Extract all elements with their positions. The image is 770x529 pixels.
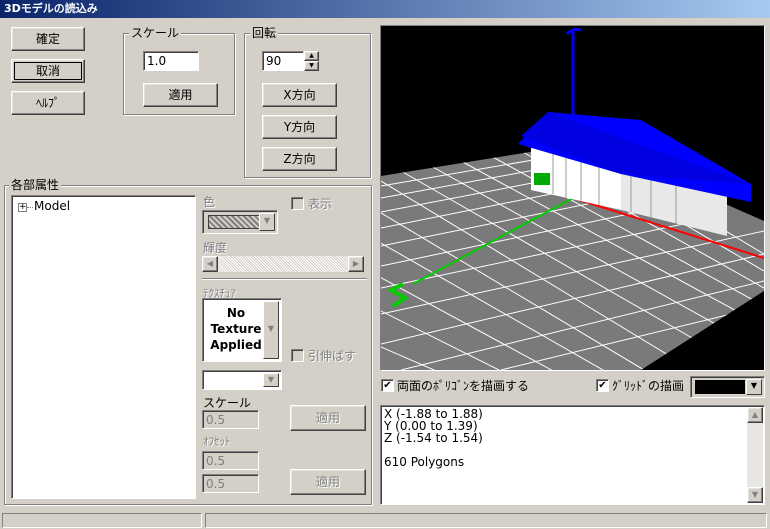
window-title: 3Dモデルの読込み bbox=[0, 0, 770, 18]
parts-group-label: 各部属性 bbox=[9, 178, 62, 192]
scroll-left-icon[interactable]: ◀ bbox=[202, 256, 218, 272]
offset-x-input[interactable]: 0.5 bbox=[202, 451, 259, 470]
tree-item-model[interactable]: Model bbox=[34, 199, 70, 213]
stretch-checkbox[interactable] bbox=[291, 349, 304, 362]
show-label: 表示 bbox=[308, 197, 333, 211]
3d-viewport[interactable] bbox=[380, 25, 765, 371]
tree-expand-icon[interactable]: + bbox=[18, 203, 27, 212]
brightness-label: 輝度 bbox=[203, 241, 228, 255]
brightness-slider[interactable]: ◀ ▶ bbox=[202, 256, 364, 272]
offset-y-input[interactable]: 0.5 bbox=[202, 474, 259, 493]
scale-group-label: スケール bbox=[129, 26, 182, 40]
grid-checkbox[interactable]: ✔ bbox=[596, 379, 609, 392]
scale-apply-button[interactable]: 適用 bbox=[143, 83, 218, 107]
model-tree[interactable]: + Model bbox=[11, 195, 196, 499]
chevron-down-icon: ▼ bbox=[746, 379, 762, 395]
model-info-box[interactable]: X (-1.88 to 1.88) Y (0.00 to 1.39) Z (-1… bbox=[380, 405, 765, 505]
ok-button[interactable]: 確定 bbox=[11, 27, 85, 51]
grid-label: ｸﾞﾘｯﾄﾞの描画 bbox=[612, 379, 685, 393]
rotate-x-button[interactable]: X方向 bbox=[262, 83, 337, 107]
info-scrollbar[interactable]: ▲ ▼ bbox=[747, 407, 763, 503]
rotation-spinner-down[interactable]: ▼ bbox=[304, 61, 319, 71]
rotate-y-button[interactable]: Y方向 bbox=[262, 115, 337, 139]
cancel-button[interactable]: 取消 bbox=[11, 59, 85, 83]
offset-apply-button[interactable]: 適用 bbox=[290, 469, 366, 495]
scroll-right-icon[interactable]: ▶ bbox=[348, 256, 364, 272]
z-range-text: Z (-1.54 to 1.54) bbox=[384, 431, 483, 445]
color-swatch bbox=[208, 215, 260, 229]
status-pane-2 bbox=[205, 513, 767, 528]
color-label: 色 bbox=[203, 195, 216, 209]
3d-scene bbox=[381, 28, 764, 370]
status-bar bbox=[0, 511, 770, 529]
texture-scale-apply-button[interactable]: 適用 bbox=[290, 405, 366, 431]
status-pane-1 bbox=[2, 513, 202, 528]
texture-preview[interactable]: No Texture Applied ▼ bbox=[202, 298, 282, 362]
double-sided-label: 両面のﾎﾟﾘｺﾞﾝを描画する bbox=[397, 379, 530, 393]
divider bbox=[202, 278, 367, 280]
help-button[interactable]: ﾍﾙﾌﾟ bbox=[11, 91, 85, 115]
grid-color-swatch bbox=[695, 380, 745, 394]
stretch-label: 引伸ばす bbox=[308, 349, 357, 363]
texture-dropdown-icon: ▼ bbox=[263, 301, 279, 359]
texture-scale-input[interactable]: 0.5 bbox=[202, 410, 259, 429]
vending-machine bbox=[534, 173, 550, 185]
texture-select[interactable]: ▼ bbox=[202, 370, 282, 390]
double-sided-checkbox[interactable]: ✔ bbox=[381, 379, 394, 392]
tree-connector bbox=[27, 207, 33, 208]
scroll-down-icon[interactable]: ▼ bbox=[747, 487, 763, 503]
scroll-up-icon[interactable]: ▲ bbox=[747, 407, 763, 423]
rotate-z-button[interactable]: Z方向 bbox=[262, 147, 337, 171]
offset-label: ｵﾌｾｯﾄ bbox=[203, 435, 231, 448]
grid-color-dropdown[interactable]: ▼ bbox=[690, 376, 765, 398]
rotation-input[interactable]: 90 bbox=[262, 51, 304, 71]
rotation-spinner-up[interactable]: ▲ bbox=[304, 51, 319, 61]
show-checkbox[interactable] bbox=[291, 197, 304, 210]
scale-input[interactable]: 1.0 bbox=[143, 51, 199, 71]
color-picker[interactable]: ▼ bbox=[202, 210, 278, 234]
chevron-down-icon: ▼ bbox=[259, 213, 275, 231]
rotation-group-label: 回転 bbox=[250, 26, 279, 40]
chevron-down-icon: ▼ bbox=[263, 373, 279, 387]
texture-preview-text: No Texture Applied bbox=[210, 306, 262, 352]
polygon-count-text: 610 Polygons bbox=[384, 455, 465, 469]
texture-scale-label: スケール bbox=[203, 396, 252, 410]
